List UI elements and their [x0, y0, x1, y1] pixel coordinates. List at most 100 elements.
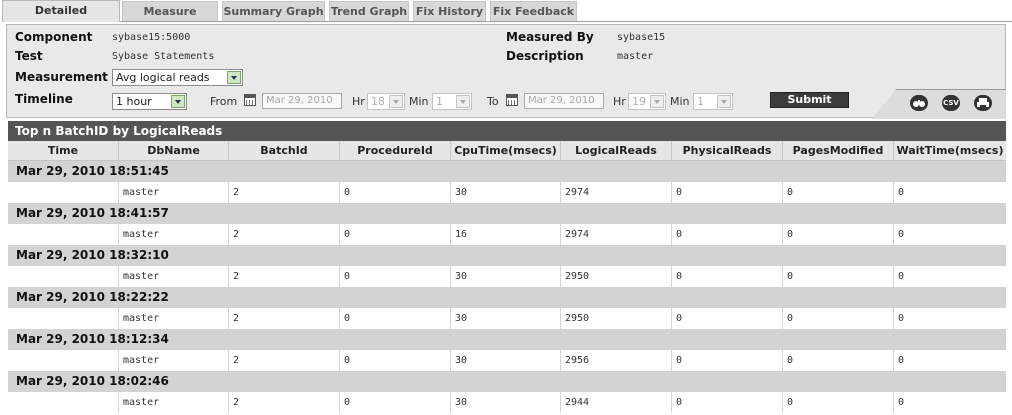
column-header-waittime[interactable]: WaitTime(msecs) [894, 141, 1006, 161]
table-cell: 30 [451, 350, 561, 371]
table-cell: master [119, 308, 229, 329]
chevron-down-icon [717, 95, 731, 108]
chevron-down-icon [456, 95, 470, 108]
column-header-procedureid[interactable]: ProcedureId [340, 141, 451, 161]
table-cell: 30 [451, 392, 561, 413]
table-cell: 0 [672, 182, 783, 203]
component-value: sybase15:5000 [112, 32, 191, 43]
to-min-label: Min [670, 95, 690, 108]
table-cell: 2 [229, 350, 340, 371]
table-row[interactable]: master 2 0 30 2944 0 0 0 [8, 392, 1006, 413]
table-cell: 0 [783, 392, 894, 413]
description-label: Description [506, 49, 584, 63]
timeline-label: Timeline [15, 92, 73, 106]
measurement-selected: Avg logical reads [116, 71, 210, 84]
column-header-batchid[interactable]: BatchId [229, 141, 340, 161]
table-cell: 2950 [561, 308, 672, 329]
table-cell [8, 308, 119, 329]
table-row[interactable]: master 2 0 30 2950 0 0 0 [8, 266, 1006, 287]
table-cell: 0 [783, 182, 894, 203]
table-cell: 0 [672, 308, 783, 329]
csv-icon[interactable]: CSV [942, 95, 960, 111]
table-cell: 0 [672, 392, 783, 413]
chevron-down-icon [650, 95, 664, 108]
to-hour-select[interactable]: 19 [628, 93, 666, 110]
table-cell: 0 [898, 313, 905, 324]
table-cell: 30 [451, 308, 561, 329]
from-minute-select[interactable]: 1 [432, 93, 472, 110]
table-cell: 0 [672, 224, 783, 245]
tab-fix-history[interactable]: Fix History [413, 1, 486, 21]
table-cell: 0 [340, 308, 451, 329]
tab-trend-graph[interactable]: Trend Graph [329, 1, 409, 21]
table-cell: 0 [783, 308, 894, 329]
to-hour-value: 19 [632, 95, 646, 108]
table-cell: 2 [229, 308, 340, 329]
table-cell: 0 [783, 224, 894, 245]
table-cell: 0 [672, 350, 783, 371]
submit-button[interactable]: Submit [770, 92, 849, 108]
table-title: Top n BatchID by LogicalReads [8, 121, 1006, 141]
measurement-select[interactable]: Avg logical reads [112, 69, 243, 86]
tab-summary-graph[interactable]: Summary Graph [222, 1, 325, 21]
timeline-select[interactable]: 1 hour [112, 93, 187, 110]
table-cell: 2974 [561, 182, 672, 203]
table-cell: 30 [451, 266, 561, 287]
chevron-down-icon [171, 95, 185, 108]
from-hr-label: Hr [352, 95, 365, 108]
group-row-time: Mar 29, 2010 18:51:45 [8, 161, 1006, 182]
chevron-down-icon [227, 71, 241, 84]
table-cell: 0 [340, 392, 451, 413]
column-header-physicalreads[interactable]: PhysicalReads [672, 141, 783, 161]
tab-measure-graph[interactable]: Measure Graph [122, 1, 218, 38]
table-cell: 0 [783, 350, 894, 371]
to-date-input[interactable]: Mar 29, 2010 [524, 93, 604, 109]
from-min-label: Min [409, 95, 429, 108]
print-icon[interactable] [974, 95, 992, 111]
group-row-time: Mar 29, 2010 18:41:57 [8, 203, 1006, 224]
table-cell: 2944 [561, 392, 672, 413]
from-hour-select[interactable]: 18 [367, 93, 405, 110]
table-cell: 0 [340, 350, 451, 371]
table-cell [8, 224, 119, 245]
calendar-icon[interactable] [244, 94, 256, 106]
table-cell: master [119, 266, 229, 287]
column-header-logicalreads[interactable]: LogicalReads [561, 141, 672, 161]
component-label: Component [15, 30, 93, 44]
column-header-cputime[interactable]: CpuTime(msecs) [451, 141, 561, 161]
from-label: From [210, 95, 238, 108]
group-row-time: Mar 29, 2010 18:32:10 [8, 245, 1006, 266]
to-minute-select[interactable]: 1 [693, 93, 733, 110]
table-cell: master [119, 224, 229, 245]
table-cell: 2 [229, 266, 340, 287]
calendar-icon[interactable] [506, 94, 518, 106]
table-cell [8, 266, 119, 287]
table-row[interactable]: master 2 0 16 2974 0 0 0 [8, 224, 1006, 245]
table-row[interactable]: master 2 0 30 2950 0 0 0 [8, 308, 1006, 329]
from-date-input[interactable]: Mar 29, 2010 [262, 93, 342, 109]
table-cell: 0 [898, 187, 905, 198]
column-header-pagesmodified[interactable]: PagesModified [783, 141, 894, 161]
table-cell: 0 [898, 229, 905, 240]
table-row[interactable]: master 2 0 30 2974 0 0 0 [8, 182, 1006, 203]
table-cell: 0 [672, 266, 783, 287]
measurement-label: Measurement [15, 70, 108, 84]
table-cell: 30 [451, 182, 561, 203]
column-header-dbname[interactable]: DbName [119, 141, 229, 161]
table-cell: 0 [340, 182, 451, 203]
table-cell: 2 [229, 224, 340, 245]
tab-detailed-diagnosis[interactable]: Detailed Diagnosis [2, 0, 120, 37]
group-row-time: Mar 29, 2010 18:22:22 [8, 287, 1006, 308]
binoculars-icon[interactable] [910, 95, 928, 111]
group-row-time: Mar 29, 2010 18:12:34 [8, 329, 1006, 350]
table-cell: 2956 [561, 350, 672, 371]
measured-by-value: sybase15 [617, 32, 666, 43]
tab-fix-feedback[interactable]: Fix Feedback [490, 1, 577, 21]
table-cell: 0 [783, 266, 894, 287]
chevron-down-icon [389, 95, 403, 108]
table-row[interactable]: master 2 0 30 2956 0 0 0 [8, 350, 1006, 371]
table-cell: master [119, 392, 229, 413]
table-cell: master [119, 350, 229, 371]
to-label: To [487, 95, 499, 108]
column-header-time[interactable]: Time [8, 141, 119, 161]
